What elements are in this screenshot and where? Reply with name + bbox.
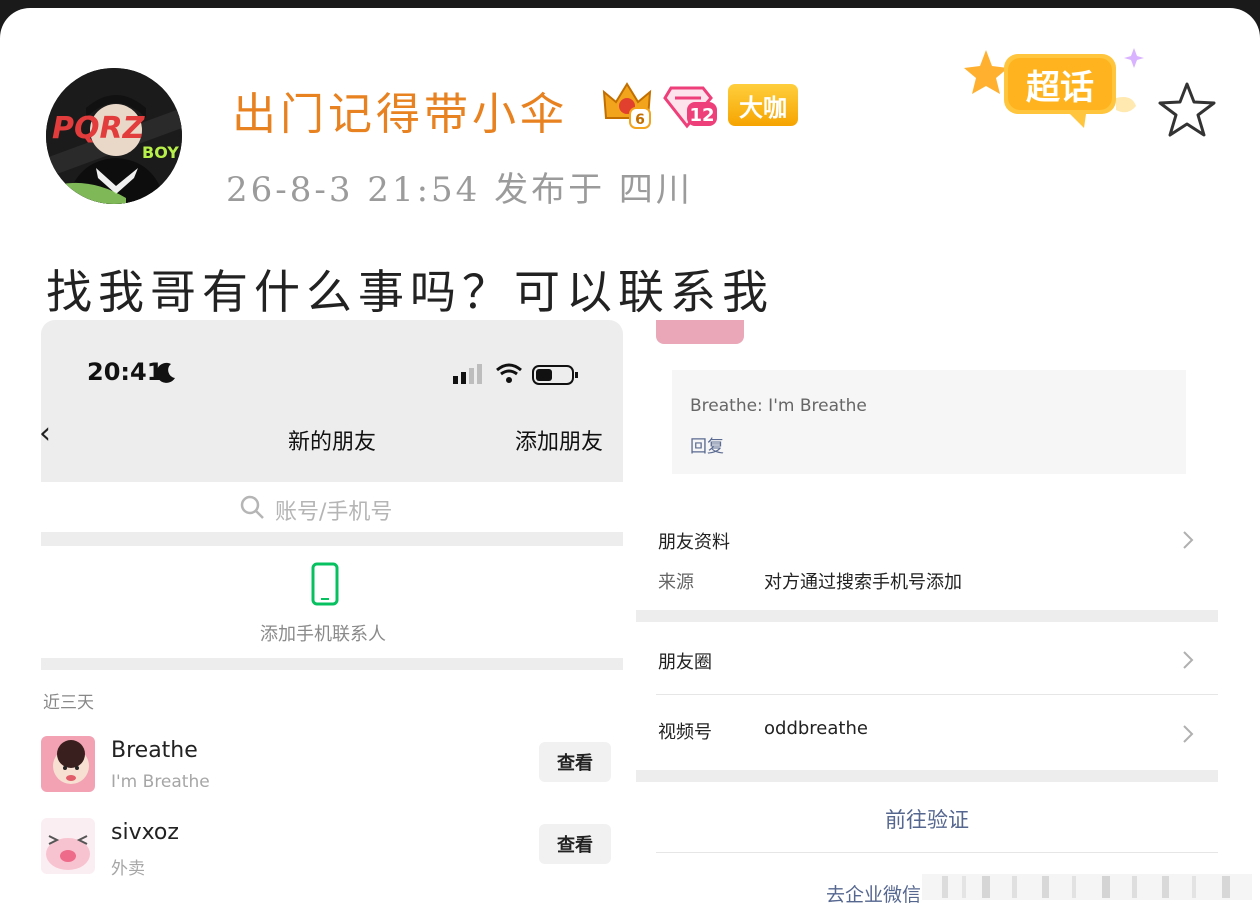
chevron-right-icon[interactable] — [1182, 530, 1194, 550]
watermark-graphic — [922, 874, 1252, 900]
friend-message: I'm Breathe — [111, 772, 210, 792]
recent-section-label: 近三天 — [43, 693, 94, 713]
search-placeholder: 账号/手机号 — [275, 500, 393, 525]
status-and-nav-bar — [41, 320, 623, 482]
wechat-new-friends-screenshot[interactable]: 20:41 ‹ 新的朋友 添加朋友 账号/手机号 — [41, 320, 623, 908]
username[interactable]: 出门记得带小伞 — [232, 78, 568, 142]
svg-text:12: 12 — [689, 105, 714, 126]
crown-level-badge-icon[interactable]: 6 — [600, 78, 654, 130]
row-divider — [656, 852, 1218, 853]
diamond-fan-badge-icon[interactable]: 12 — [663, 80, 719, 130]
svg-text:6: 6 — [635, 112, 645, 128]
supertopic-label: 超话 — [1026, 68, 1094, 108]
friend-request-row[interactable]: Breathe I'm Breathe 查看 — [41, 736, 623, 812]
wechat-friend-profile-screenshot[interactable]: Breathe: I'm Breathe 回复 朋友资料 来源 对方通过搜索手机… — [636, 320, 1218, 908]
user-avatar[interactable]: PQRZ BOY — [46, 68, 182, 204]
friend-request-row[interactable]: sivxoz 外卖 查看 — [41, 818, 623, 894]
post-text: 找我哥有什么事吗？可以联系我 — [46, 265, 774, 319]
section-divider — [41, 658, 623, 670]
friend-message: 外卖 — [111, 859, 145, 879]
verification-message-box — [672, 370, 1186, 474]
avatar-strip — [656, 320, 744, 344]
friend-avatar — [41, 818, 95, 874]
favorite-star-icon[interactable] — [1156, 80, 1218, 140]
post-timestamp-location: 26-8-3 21:54 发布于 四川 — [226, 170, 693, 210]
status-time: 20:41 — [87, 358, 164, 386]
daka-title-badge[interactable]: 大咖 — [728, 84, 798, 126]
section-divider — [636, 770, 1218, 782]
mobile-phone-icon[interactable] — [311, 562, 339, 606]
section-divider — [636, 610, 1218, 622]
friend-name: sivxoz — [111, 820, 179, 845]
weibo-post-card: PQRZ BOY 出门记得带小伞 6 12 大咖 26-8-3 21:54 发布… — [0, 8, 1260, 908]
moments-label[interactable]: 朋友圈 — [658, 648, 712, 674]
source-label: 来源 — [658, 572, 694, 593]
channels-value: oddbreathe — [764, 718, 868, 739]
friend-profile-label[interactable]: 朋友资料 — [658, 528, 730, 554]
chevron-right-icon[interactable] — [1182, 724, 1194, 744]
friend-name: Breathe — [111, 738, 198, 763]
view-button[interactable]: 查看 — [539, 824, 611, 864]
avatar-boy-text: BOY — [142, 143, 179, 162]
channels-label[interactable]: 视频号 — [658, 718, 712, 744]
reply-link[interactable]: 回复 — [690, 432, 724, 457]
avatar-image: PQRZ BOY — [46, 68, 182, 204]
add-phone-contacts-label[interactable]: 添加手机联系人 — [41, 620, 605, 646]
supertopic-badge[interactable]: 超话 — [960, 44, 1160, 144]
row-divider — [656, 694, 1218, 695]
go-verify-button[interactable]: 前往验证 — [636, 804, 1218, 834]
chevron-right-icon[interactable] — [1182, 650, 1194, 670]
add-friend-button[interactable]: 添加朋友 — [515, 424, 603, 456]
view-button[interactable]: 查看 — [539, 742, 611, 782]
verification-message: Breathe: I'm Breathe — [690, 396, 867, 416]
status-bar-icons — [453, 363, 578, 385]
friend-avatar — [41, 736, 95, 792]
open-wecom-link[interactable]: 去企业微信 — [826, 880, 921, 907]
svg-text:PQRZ: PQRZ — [52, 111, 146, 146]
section-divider — [41, 532, 623, 546]
search-icon — [240, 495, 264, 519]
moon-icon — [157, 362, 175, 383]
source-value: 对方通过搜索手机号添加 — [764, 572, 962, 593]
